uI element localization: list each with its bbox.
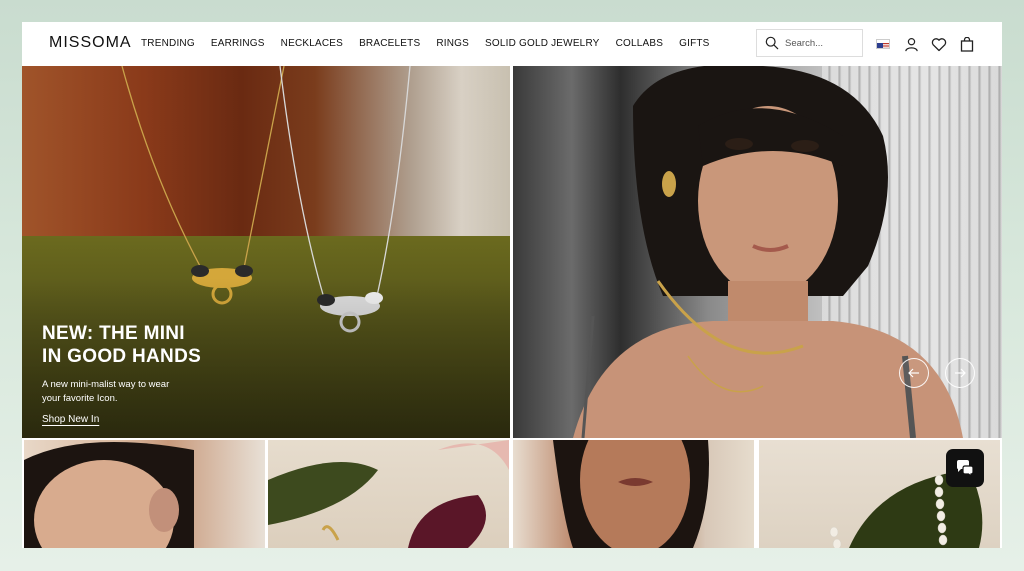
carousel-next-button[interactable] — [945, 358, 975, 388]
nav-item-collabs[interactable]: COLLABS — [616, 38, 664, 49]
tile-2-image — [268, 440, 509, 548]
nav-item-gifts[interactable]: GIFTS — [679, 38, 709, 49]
hero-title: NEW: THE MINI IN GOOD HANDS — [42, 322, 262, 368]
tile-1-image — [24, 442, 194, 548]
hero-title-line1: NEW: THE MINI — [42, 323, 185, 344]
arrow-left-icon — [908, 368, 919, 378]
search-icon — [765, 36, 779, 50]
nav-item-earrings[interactable]: EARRINGS — [211, 38, 265, 49]
chat-button[interactable] — [946, 449, 984, 487]
nav-item-necklaces[interactable]: NECKLACES — [281, 38, 343, 49]
browser-page: MISSOMA TRENDING EARRINGS NECKLACES BRAC… — [22, 22, 1002, 548]
nav-item-bracelets[interactable]: BRACELETS — [359, 38, 420, 49]
carousel-prev-button[interactable] — [899, 358, 929, 388]
hero-banner-right[interactable] — [513, 66, 1002, 438]
nav-item-rings[interactable]: RINGS — [436, 38, 469, 49]
account-icon[interactable] — [902, 35, 920, 53]
hero-subtitle-line2: your favorite Icon. — [42, 393, 118, 404]
hero-subtitle-line1: A new mini-malist way to wear — [42, 379, 170, 390]
us-flag-icon[interactable] — [874, 35, 892, 53]
chat-bubbles-icon — [957, 460, 974, 477]
product-tile-1[interactable] — [24, 440, 265, 548]
brand-logo[interactable]: MISSOMA — [49, 34, 132, 52]
arrow-right-icon — [955, 368, 966, 378]
hero-text-block: NEW: THE MINI IN GOOD HANDS A new mini-m… — [42, 322, 262, 427]
main-nav: TRENDING EARRINGS NECKLACES BRACELETS RI… — [141, 38, 726, 49]
tile-3-image — [553, 440, 709, 548]
hero-subtitle: A new mini-malist way to wear your favor… — [42, 378, 202, 406]
product-tile-3[interactable] — [513, 440, 754, 548]
nav-item-trending[interactable]: TRENDING — [141, 38, 195, 49]
hero-banner-left[interactable]: NEW: THE MINI IN GOOD HANDS A new mini-m… — [22, 66, 510, 438]
search-box[interactable] — [756, 29, 863, 57]
site-header: MISSOMA TRENDING EARRINGS NECKLACES BRAC… — [22, 22, 1002, 66]
header-icons — [874, 35, 986, 53]
shop-new-in-link[interactable]: Shop New In — [42, 414, 99, 425]
product-tile-2[interactable] — [268, 440, 509, 548]
bag-icon[interactable] — [958, 35, 976, 53]
wishlist-heart-icon[interactable] — [930, 35, 948, 53]
search-input[interactable] — [785, 37, 855, 49]
nav-item-solid-gold-jewelry[interactable]: SOLID GOLD JEWELRY — [485, 38, 600, 49]
hero-title-line2: IN GOOD HANDS — [42, 346, 202, 367]
model-portrait-image — [573, 66, 963, 438]
